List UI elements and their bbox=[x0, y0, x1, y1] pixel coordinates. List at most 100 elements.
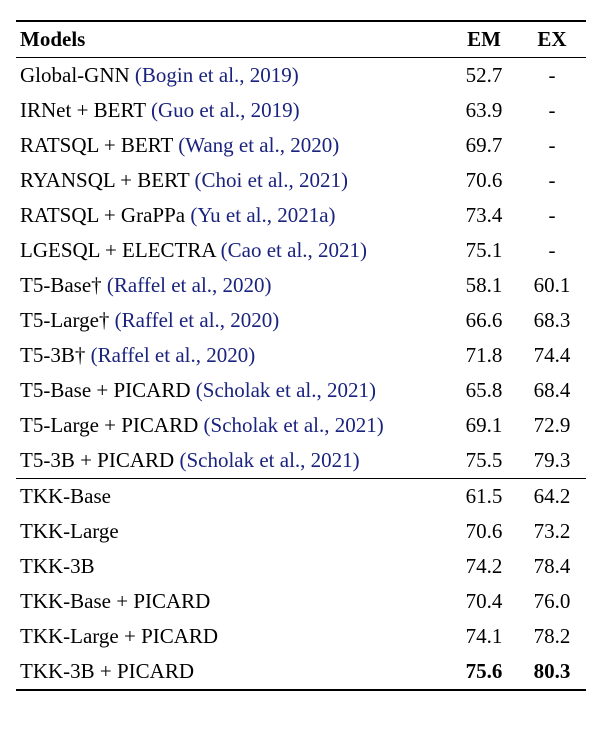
ex-cell: 74.4 bbox=[518, 338, 586, 373]
table-row: T5-Large + PICARD (Scholak et al., 2021)… bbox=[16, 408, 586, 443]
table-row: TKK-Large 70.673.2 bbox=[16, 514, 586, 549]
table-row: LGESQL + ELECTRA (Cao et al., 2021) 75.1- bbox=[16, 233, 586, 268]
model-cell: RATSQL + GraPPa (Yu et al., 2021a) bbox=[16, 198, 450, 233]
model-name: TKK-3B bbox=[20, 554, 95, 578]
em-cell: 75.1 bbox=[450, 233, 518, 268]
ex-cell: - bbox=[518, 58, 586, 94]
model-cell: T5-Base + PICARD (Scholak et al., 2021) bbox=[16, 373, 450, 408]
ex-cell: 68.3 bbox=[518, 303, 586, 338]
ex-cell: 72.9 bbox=[518, 408, 586, 443]
table-row: TKK-Base + PICARD 70.476.0 bbox=[16, 584, 586, 619]
model-name: TKK-Large + PICARD bbox=[20, 624, 218, 648]
ex-cell: 78.4 bbox=[518, 549, 586, 584]
model-cell: T5-Base† (Raffel et al., 2020) bbox=[16, 268, 450, 303]
model-name: TKK-Base + PICARD bbox=[20, 589, 210, 613]
em-cell: 66.6 bbox=[450, 303, 518, 338]
table-header-row: Models EM EX bbox=[16, 21, 586, 58]
ex-cell: - bbox=[518, 128, 586, 163]
model-name: T5-Large† bbox=[20, 308, 109, 332]
em-cell: 70.6 bbox=[450, 514, 518, 549]
em-cell: 75.6 bbox=[450, 654, 518, 690]
citation: (Yu et al., 2021a) bbox=[190, 203, 335, 227]
em-cell: 58.1 bbox=[450, 268, 518, 303]
table-row: TKK-Base 61.564.2 bbox=[16, 479, 586, 515]
citation: (Raffel et al., 2020) bbox=[115, 308, 280, 332]
ex-cell: 60.1 bbox=[518, 268, 586, 303]
table-row: T5-3B + PICARD (Scholak et al., 2021)75.… bbox=[16, 443, 586, 479]
citation: (Scholak et al., 2021) bbox=[179, 448, 359, 472]
model-name: TKK-Large bbox=[20, 519, 119, 543]
table-row: TKK-3B + PICARD75.680.3 bbox=[16, 654, 586, 690]
em-cell: 63.9 bbox=[450, 93, 518, 128]
model-name: T5-Large + PICARD bbox=[20, 413, 198, 437]
model-name: T5-3B + PICARD bbox=[20, 448, 174, 472]
ex-cell: 68.4 bbox=[518, 373, 586, 408]
ex-cell: - bbox=[518, 163, 586, 198]
table-row: RYANSQL + BERT (Choi et al., 2021)70.6- bbox=[16, 163, 586, 198]
ex-cell: - bbox=[518, 198, 586, 233]
table-row: IRNet + BERT (Guo et al., 2019)63.9- bbox=[16, 93, 586, 128]
table-row: TKK-3B 74.278.4 bbox=[16, 549, 586, 584]
model-cell: T5-Large + PICARD (Scholak et al., 2021) bbox=[16, 408, 450, 443]
em-cell: 70.6 bbox=[450, 163, 518, 198]
model-cell: IRNet + BERT (Guo et al., 2019) bbox=[16, 93, 450, 128]
table-row: T5-3B† (Raffel et al., 2020) 71.874.4 bbox=[16, 338, 586, 373]
em-cell: 75.5 bbox=[450, 443, 518, 479]
ex-cell: - bbox=[518, 233, 586, 268]
model-cell: TKK-Large bbox=[16, 514, 450, 549]
model-cell: T5-3B + PICARD (Scholak et al., 2021) bbox=[16, 443, 450, 479]
model-cell: RYANSQL + BERT (Choi et al., 2021) bbox=[16, 163, 450, 198]
ex-cell: 76.0 bbox=[518, 584, 586, 619]
model-cell: T5-Large† (Raffel et al., 2020) bbox=[16, 303, 450, 338]
citation: (Scholak et al., 2021) bbox=[196, 378, 376, 402]
em-cell: 74.2 bbox=[450, 549, 518, 584]
table-row: TKK-Large + PICARD 74.178.2 bbox=[16, 619, 586, 654]
ex-cell: 64.2 bbox=[518, 479, 586, 515]
table-row: RATSQL + GraPPa (Yu et al., 2021a)73.4- bbox=[16, 198, 586, 233]
em-cell: 61.5 bbox=[450, 479, 518, 515]
em-cell: 52.7 bbox=[450, 58, 518, 94]
em-cell: 65.8 bbox=[450, 373, 518, 408]
ex-cell: 78.2 bbox=[518, 619, 586, 654]
table-row: T5-Large† (Raffel et al., 2020)66.668.3 bbox=[16, 303, 586, 338]
model-name: RATSQL + GraPPa bbox=[20, 203, 185, 227]
table-row: T5-Base + PICARD (Scholak et al., 2021)6… bbox=[16, 373, 586, 408]
results-table: Models EM EX Global-GNN (Bogin et al., 2… bbox=[16, 20, 586, 691]
model-cell: TKK-3B bbox=[16, 549, 450, 584]
ex-cell: 73.2 bbox=[518, 514, 586, 549]
ex-cell: 79.3 bbox=[518, 443, 586, 479]
model-name: LGESQL + ELECTRA bbox=[20, 238, 215, 262]
em-cell: 69.7 bbox=[450, 128, 518, 163]
model-name: RYANSQL + BERT bbox=[20, 168, 189, 192]
table-row: T5-Base† (Raffel et al., 2020)58.160.1 bbox=[16, 268, 586, 303]
em-cell: 71.8 bbox=[450, 338, 518, 373]
citation: (Cao et al., 2021) bbox=[221, 238, 367, 262]
model-cell: TKK-Large + PICARD bbox=[16, 619, 450, 654]
model-cell: TKK-3B + PICARD bbox=[16, 654, 450, 690]
model-name: T5-3B† bbox=[20, 343, 85, 367]
model-name: Global-GNN bbox=[20, 63, 130, 87]
em-cell: 74.1 bbox=[450, 619, 518, 654]
model-cell: RATSQL + BERT (Wang et al., 2020) bbox=[16, 128, 450, 163]
citation: (Scholak et al., 2021) bbox=[204, 413, 384, 437]
citation: (Bogin et al., 2019) bbox=[135, 63, 299, 87]
ex-cell: - bbox=[518, 93, 586, 128]
em-cell: 70.4 bbox=[450, 584, 518, 619]
header-models: Models bbox=[16, 21, 450, 58]
table-row: Global-GNN (Bogin et al., 2019)52.7- bbox=[16, 58, 586, 94]
header-em: EM bbox=[450, 21, 518, 58]
model-cell: TKK-Base + PICARD bbox=[16, 584, 450, 619]
ex-cell: 80.3 bbox=[518, 654, 586, 690]
model-name: T5-Base + PICARD bbox=[20, 378, 191, 402]
model-name: IRNet + BERT bbox=[20, 98, 146, 122]
model-cell: Global-GNN (Bogin et al., 2019) bbox=[16, 58, 450, 94]
model-name: TKK-Base bbox=[20, 484, 111, 508]
citation: (Raffel et al., 2020) bbox=[107, 273, 272, 297]
table-row: RATSQL + BERT (Wang et al., 2020)69.7- bbox=[16, 128, 586, 163]
citation: (Wang et al., 2020) bbox=[178, 133, 339, 157]
header-ex: EX bbox=[518, 21, 586, 58]
citation: (Raffel et al., 2020) bbox=[91, 343, 256, 367]
em-cell: 69.1 bbox=[450, 408, 518, 443]
model-name: T5-Base† bbox=[20, 273, 102, 297]
citation: (Choi et al., 2021) bbox=[195, 168, 348, 192]
